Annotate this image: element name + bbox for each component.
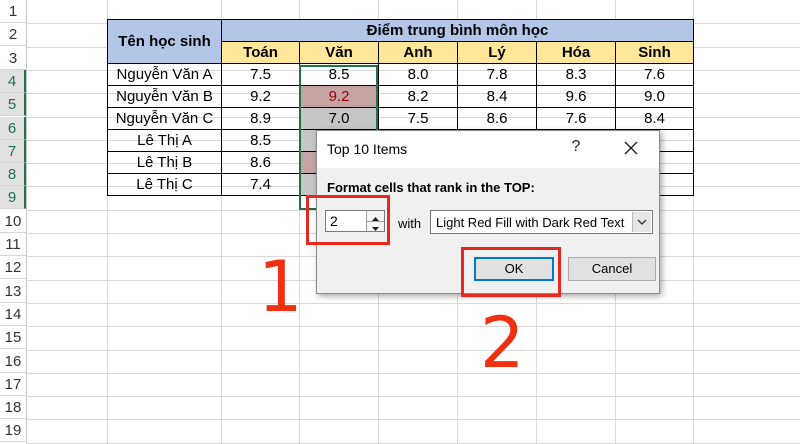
score-cell[interactable]: 9.2 [221,85,300,108]
student-name[interactable]: Nguyễn Văn C [107,107,222,130]
row-header[interactable]: 12 [0,256,26,279]
gridline [26,396,800,397]
name-header[interactable]: Tên học sinh [107,19,222,64]
row-header[interactable]: 15 [0,326,26,349]
score-cell[interactable]: 7.6 [615,63,694,86]
score-cell[interactable]: 8.0 [378,63,458,86]
help-button[interactable]: ? [566,138,586,156]
row-header[interactable]: 13 [0,280,26,303]
row-header-border [26,0,27,444]
score-cell-highlighted[interactable]: 9.2 [299,85,379,108]
student-name[interactable]: Lê Thị B [107,151,222,174]
score-cell[interactable]: 8.4 [615,107,694,130]
row-header[interactable]: 5 [0,93,26,116]
table-row: Nguyễn Văn A 7.5 8.5 8.0 7.8 8.3 7.6 [107,63,694,86]
subject-header[interactable]: Anh [378,41,458,64]
student-name[interactable]: Nguyễn Văn B [107,85,222,108]
close-icon [624,141,638,155]
score-cell[interactable]: 7.6 [536,107,616,130]
with-label: with [398,216,422,231]
row-header[interactable]: 8 [0,163,26,186]
student-name[interactable]: Lê Thị A [107,129,222,152]
row-header[interactable]: 7 [0,140,26,163]
row-header[interactable]: 6 [0,117,26,140]
highlight-box-ok [461,247,561,297]
subject-header[interactable]: Hóa [536,41,616,64]
row-header[interactable]: 17 [0,373,26,396]
row-header[interactable]: 16 [0,350,26,373]
score-cell[interactable]: 8.3 [536,63,616,86]
format-select-value: Light Red Fill with Dark Red Text [436,215,625,230]
score-cell[interactable]: 7.4 [221,173,300,196]
subject-header[interactable]: Sinh [615,41,694,64]
subject-header[interactable]: Toán [221,41,300,64]
gridline [26,303,800,304]
score-cell[interactable]: 9.0 [615,85,694,108]
format-select[interactable]: Light Red Fill with Dark Red Text [430,210,653,234]
gridline [26,373,800,374]
score-cell[interactable]: 9.6 [536,85,616,108]
row-header[interactable]: 1 [0,0,26,23]
table-row: Nguyễn Văn B 9.2 9.2 8.2 8.4 9.6 9.0 [107,85,694,108]
step-number-2: 2 [480,302,525,384]
score-cell[interactable]: 8.5 [221,129,300,152]
subject-header[interactable]: Lý [457,41,537,64]
row-header[interactable]: 3 [0,47,26,70]
group-header[interactable]: Điểm trung bình môn học [221,19,694,42]
step-number-1: 1 [258,246,303,328]
gridline [26,419,800,420]
chevron-down-icon [637,219,647,225]
row-header[interactable]: 11 [0,233,26,256]
score-cell[interactable]: 7.5 [221,63,300,86]
score-cell[interactable]: 8.6 [457,107,537,130]
score-cell[interactable]: 8.6 [221,151,300,174]
score-cell[interactable]: 7.0 [299,107,379,130]
rank-prompt-label: Format cells that rank in the TOP: [327,180,535,195]
row-header[interactable]: 4 [0,70,26,93]
row-header[interactable]: 19 [0,419,26,442]
score-cell[interactable]: 8.9 [221,107,300,130]
row-header[interactable]: 2 [0,23,26,46]
gridline [26,350,800,351]
score-cell[interactable]: 8.5 [299,63,379,86]
subject-header[interactable]: Văn [299,41,379,64]
row-header[interactable]: 10 [0,210,26,233]
score-cell[interactable]: 8.2 [378,85,458,108]
score-cell[interactable]: 7.5 [378,107,458,130]
score-cell[interactable]: 8.4 [457,85,537,108]
row-header[interactable]: 14 [0,303,26,326]
row-header[interactable]: 18 [0,396,26,419]
dialog-titlebar[interactable]: Top 10 Items ? [317,131,659,168]
close-button[interactable] [617,135,645,161]
gridline [26,326,800,327]
dropdown-button[interactable] [632,212,651,232]
highlight-box-rank [306,195,390,245]
student-name[interactable]: Lê Thị C [107,173,222,196]
student-name[interactable]: Nguyễn Văn A [107,63,222,86]
dialog-title: Top 10 Items [327,141,408,157]
cancel-button[interactable]: Cancel [568,257,656,281]
row-header[interactable]: 9 [0,186,26,209]
table-row: Nguyễn Văn C 8.9 7.0 7.5 8.6 7.6 8.4 [107,107,694,130]
score-cell[interactable]: 7.8 [457,63,537,86]
